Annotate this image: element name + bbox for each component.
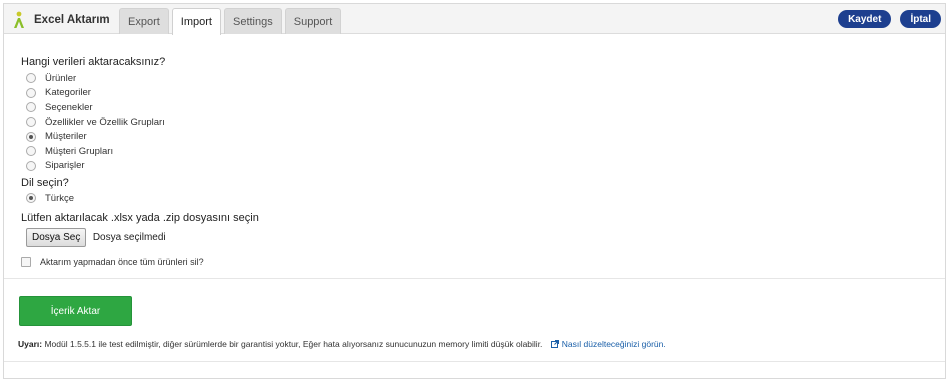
file-prompt: Lütfen aktarılacak .xlsx yada .zip dosya… xyxy=(21,211,259,224)
save-button[interactable]: Kaydet xyxy=(838,10,892,28)
warning-text: Modül 1.5.5.1 ile test edilmiştir, diğer… xyxy=(44,339,543,349)
data-option[interactable]: Kategoriler xyxy=(21,86,941,101)
data-option[interactable]: Müşteriler xyxy=(21,129,941,144)
external-link-icon xyxy=(550,340,559,348)
delete-products-label: Aktarım yapmadan önce tüm ürünleri sil? xyxy=(40,256,204,267)
option-label: Türkçe xyxy=(45,192,75,204)
language-question: Dil seçin? xyxy=(21,177,69,190)
option-label: Siparişler xyxy=(45,160,85,172)
warning-note: Uyarı: Modül 1.5.5.1 ile test edilmiştir… xyxy=(18,339,666,349)
delete-products-checkbox[interactable] xyxy=(21,256,31,267)
radio-categories[interactable] xyxy=(26,87,36,98)
data-option[interactable]: Özellikler ve Özellik Grupları xyxy=(21,115,941,130)
choose-file-button[interactable]: Dosya Seç xyxy=(26,227,87,247)
brand: Excel Aktarım xyxy=(12,10,110,30)
tab-import[interactable]: Import xyxy=(171,8,221,35)
data-question: Hangi verileri aktaracaksınız? xyxy=(21,56,166,68)
radio-customers[interactable] xyxy=(26,131,36,142)
option-label: Kategoriler xyxy=(45,87,91,99)
radio-customer-groups[interactable] xyxy=(26,146,36,157)
excel-export-logo-icon xyxy=(14,11,24,28)
radio-turkish[interactable] xyxy=(26,193,36,204)
app-title: Excel Aktarım xyxy=(34,14,110,26)
tab-settings[interactable]: Settings xyxy=(223,8,282,34)
app-frame: Excel Aktarım Export Import Settings Sup… xyxy=(3,3,946,379)
data-option[interactable]: Müşteri Grupları xyxy=(21,144,941,159)
tab-support[interactable]: Support xyxy=(284,8,342,34)
data-option[interactable]: Siparişler xyxy=(21,159,941,174)
language-option[interactable]: Türkçe xyxy=(21,191,941,206)
tab-bar: Export Import Settings Support xyxy=(119,8,344,35)
radio-attributes[interactable] xyxy=(26,117,36,128)
tab-export[interactable]: Export xyxy=(119,8,169,34)
header-actions: Kaydet İptal xyxy=(829,10,941,28)
warning-prefix: Uyarı: xyxy=(18,339,43,349)
import-form: Hangi verileri aktaracaksınız? Ürünler K… xyxy=(21,56,941,267)
radio-products[interactable] xyxy=(26,73,36,84)
cancel-button[interactable]: İptal xyxy=(900,10,941,28)
option-label: Müşteri Grupları xyxy=(45,145,114,157)
file-picker: Dosya Seç Dosya seçilmedi xyxy=(21,227,941,247)
option-label: Müşteriler xyxy=(45,131,87,143)
option-label: Özellikler ve Özellik Grupları xyxy=(45,116,165,128)
fix-instructions-link[interactable]: Nasıl düzelteceğinizi görün. xyxy=(562,339,666,349)
data-option[interactable]: Ürünler xyxy=(21,71,941,86)
divider xyxy=(4,361,945,362)
option-label: Seçenekler xyxy=(45,101,93,113)
divider xyxy=(4,278,945,279)
import-content-button[interactable]: İçerik Aktar xyxy=(19,296,132,326)
file-status: Dosya seçilmedi xyxy=(92,231,166,243)
option-label: Ürünler xyxy=(45,72,77,84)
top-bar: Excel Aktarım Export Import Settings Sup… xyxy=(4,4,945,35)
radio-options[interactable] xyxy=(26,102,36,113)
radio-orders[interactable] xyxy=(26,160,36,171)
delete-products-row[interactable]: Aktarım yapmadan önce tüm ürünleri sil? xyxy=(21,256,941,267)
data-option[interactable]: Seçenekler xyxy=(21,100,941,115)
